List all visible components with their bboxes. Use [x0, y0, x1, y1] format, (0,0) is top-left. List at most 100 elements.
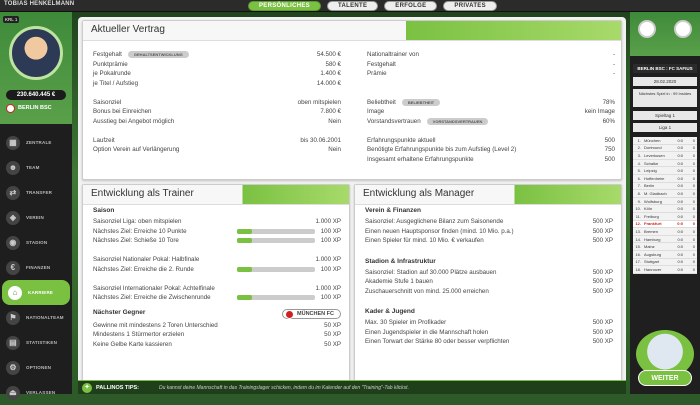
table-row[interactable]: 12. Frankfurt 0:0 0 — [633, 220, 697, 229]
nav-item-team[interactable]: ☻ TEAM — [0, 155, 72, 180]
gear-icon: ⚙ — [6, 360, 20, 375]
goal-xp: 500 XP — [592, 328, 613, 336]
match-label: BERLIN BSC : FC SAFIUS — [633, 64, 697, 73]
table-row[interactable]: 18. Hannover 0:0 0 — [633, 266, 697, 274]
info-pill[interactable]: VORSTANDSVERTRAUEN — [426, 117, 489, 125]
goal-label: Akademie Stufe 1 bauen — [365, 278, 433, 286]
tab-privates[interactable]: PRIVATES — [443, 1, 497, 11]
table-points: 0 — [692, 152, 695, 158]
match-header — [630, 12, 700, 56]
table-goals: 0:0 — [677, 152, 683, 158]
table-row[interactable]: 14. Hamburg 0:0 0 — [633, 235, 697, 244]
table-position: 7. — [637, 183, 641, 189]
nav-item-finanzen[interactable]: € FINANZEN — [0, 255, 72, 280]
nav-item-stadion[interactable]: ◉ STADION — [0, 230, 72, 255]
next-opponent-heading: Nächster Gegner — [93, 308, 146, 316]
contract-row — [93, 126, 341, 136]
trainer-goal-row: Nächstes Ziel: Erreiche die Zwischenrund… — [93, 293, 341, 303]
nav-item-verlassen[interactable]: ⏏ VERLASSEN — [0, 380, 72, 405]
info-pill[interactable]: BELIEBTHEIT — [401, 98, 441, 106]
table-row[interactable]: 13. Bremen 0:0 0 — [633, 228, 697, 236]
nav-item-optionen[interactable]: ⚙ OPTIONEN — [0, 355, 72, 380]
table-row[interactable]: 11. Freiburg 0:0 0 — [633, 212, 697, 221]
league-table: 1. München 0:0 0 2. Dortmund 0:0 0 3. Leverkusen 0… — [633, 137, 697, 274]
nav-item-statistiken[interactable]: ▤ STATISTIKEN — [0, 330, 72, 355]
tab-erfolge[interactable]: ERFOLGE — [384, 1, 438, 11]
table-position: 13. — [635, 228, 641, 234]
contract-label: Vorstandsvertrauen — [367, 117, 421, 125]
progress-bar — [236, 238, 315, 244]
goal-xp: 100 XP — [320, 265, 341, 273]
flag-icon: ⚑ — [6, 310, 20, 325]
table-row[interactable]: 10. Köln 0:0 0 — [633, 205, 697, 213]
contract-row — [367, 88, 615, 98]
manager-goal-row: Akademie Stufe 1 bauen 500 XP — [365, 277, 613, 287]
contract-value: 14.000 € — [316, 79, 341, 87]
profile-header: KRL 1 230.640.445 € BERLIN BSC — [0, 12, 72, 124]
nav-item-karriere[interactable]: ⌂ KARRIERE — [2, 280, 70, 305]
table-row[interactable]: 9. Wolfsburg 0:0 0 — [633, 197, 697, 206]
contract-label-group: Ausstieg bei Angebot möglich — [93, 118, 174, 125]
goal-xp: 500 XP — [592, 268, 613, 276]
contract-label-group: Nationaltrainer von — [367, 51, 419, 58]
table-row[interactable]: 5. Leipzig 0:0 0 — [633, 167, 697, 175]
info-pill[interactable]: GEHALTSENTWICKLUNG — [127, 51, 189, 59]
tips-label: PALLINOS TIPS: — [96, 384, 139, 391]
contract-label-group: Option Verein auf Verlängerung — [93, 146, 179, 153]
table-goals: 0:0 — [677, 228, 683, 234]
goal-label: Nächstes Ziel: Schieße 10 Tore — [93, 237, 179, 245]
main-panel: Aktueller Vertrag Festgehalt GEHALTSENTWI… — [78, 17, 626, 394]
home-icon: ⌂ — [8, 285, 22, 300]
nav-item-zentrale[interactable]: ▦ ZENTRALE — [0, 130, 72, 155]
table-row[interactable]: 4. Schalke 0:0 0 — [633, 159, 697, 168]
nav-item-transfer[interactable]: ⇄ TRANSFER — [0, 180, 72, 205]
goal-xp: 50 XP — [324, 331, 341, 339]
goal-xp: 500 XP — [592, 319, 613, 327]
goal-value-group: 100 XP — [236, 228, 341, 235]
league-selector[interactable]: Liga 1 — [633, 123, 697, 132]
contract-value: 580 € — [325, 60, 341, 68]
contract-row: Prämie - — [367, 69, 615, 79]
contract-value: 54.500 € — [316, 51, 341, 59]
table-goals: 0:0 — [677, 251, 683, 257]
manager-goal-row: Einen Jugendspieler in die Mannschaft ho… — [365, 328, 613, 338]
trainer-goal-row — [93, 246, 341, 256]
avatar[interactable] — [9, 26, 63, 80]
opponent-goal-row: Gewinne mit mindestens 2 Toren Unterschi… — [93, 321, 341, 331]
right-sidebar: BERLIN BSC : FC SAFIUS 28.02.2020 Nächst… — [630, 12, 700, 394]
continue-button[interactable]: WEITER — [638, 370, 692, 386]
manager-goal-row: Einen Spieler für mind. 10 Mio. € verkau… — [365, 236, 613, 246]
goal-label: Saisonziel Nationaler Pokal: Halbfinale — [93, 256, 200, 264]
table-row[interactable]: 2. Dortmund 0:0 0 — [633, 144, 697, 153]
table-row[interactable]: 8. M. Gladbach 0:0 0 — [633, 190, 697, 198]
table-position: 1. — [637, 137, 641, 143]
table-row[interactable]: 6. Hoffenheim 0:0 0 — [633, 174, 697, 183]
progress-bar — [236, 266, 315, 272]
contract-label: Erfahrungspunkte aktuell — [367, 136, 436, 144]
contract-value: 500 — [604, 136, 615, 144]
nav-item-nationalteam[interactable]: ⚑ NATIONALTEAM — [0, 305, 72, 330]
table-row[interactable]: 17. Stuttgart 0:0 0 — [633, 258, 697, 267]
contract-value: oben mitspielen — [297, 98, 341, 106]
building-icon: ▦ — [6, 135, 20, 150]
nav-item-verein[interactable]: ◈ VEREIN — [0, 205, 72, 230]
goal-xp: 50 XP — [324, 340, 341, 348]
table-row[interactable]: 1. München 0:0 0 — [633, 137, 697, 145]
contract-label: Festgehalt — [93, 51, 122, 59]
table-row[interactable]: 16. Augsburg 0:0 0 — [633, 250, 697, 259]
contract-label-group: Erfahrungspunkte aktuell — [367, 137, 435, 144]
tab-persoenliches[interactable]: PERSÖNLICHES — [248, 1, 321, 11]
table-row[interactable]: 15. Mainz 0:0 0 — [633, 243, 697, 251]
contract-value: Nein — [328, 146, 341, 154]
tab-talente[interactable]: TALENTE — [326, 1, 379, 11]
table-row[interactable]: 3. Leverkusen 0:0 0 — [633, 152, 697, 160]
opponent-badge[interactable]: MÜNCHEN FC — [282, 308, 341, 319]
matchday-selector[interactable]: Spieltag 1 — [633, 111, 697, 120]
tips-text: Du kannst deine Mannschaft in das Traini… — [158, 384, 409, 391]
contract-row: Image kein Image — [367, 107, 615, 117]
table-row[interactable]: 7. Berlin 0:0 0 — [633, 182, 697, 191]
manager-goal-row: Saisonziel: Stadion auf 30.000 Plätze au… — [365, 268, 613, 278]
manager-goal-row: Max. 30 Spieler im Profikader 500 XP — [365, 318, 613, 328]
table-goals: 0:0 — [677, 259, 683, 265]
progress-bar — [236, 295, 315, 301]
